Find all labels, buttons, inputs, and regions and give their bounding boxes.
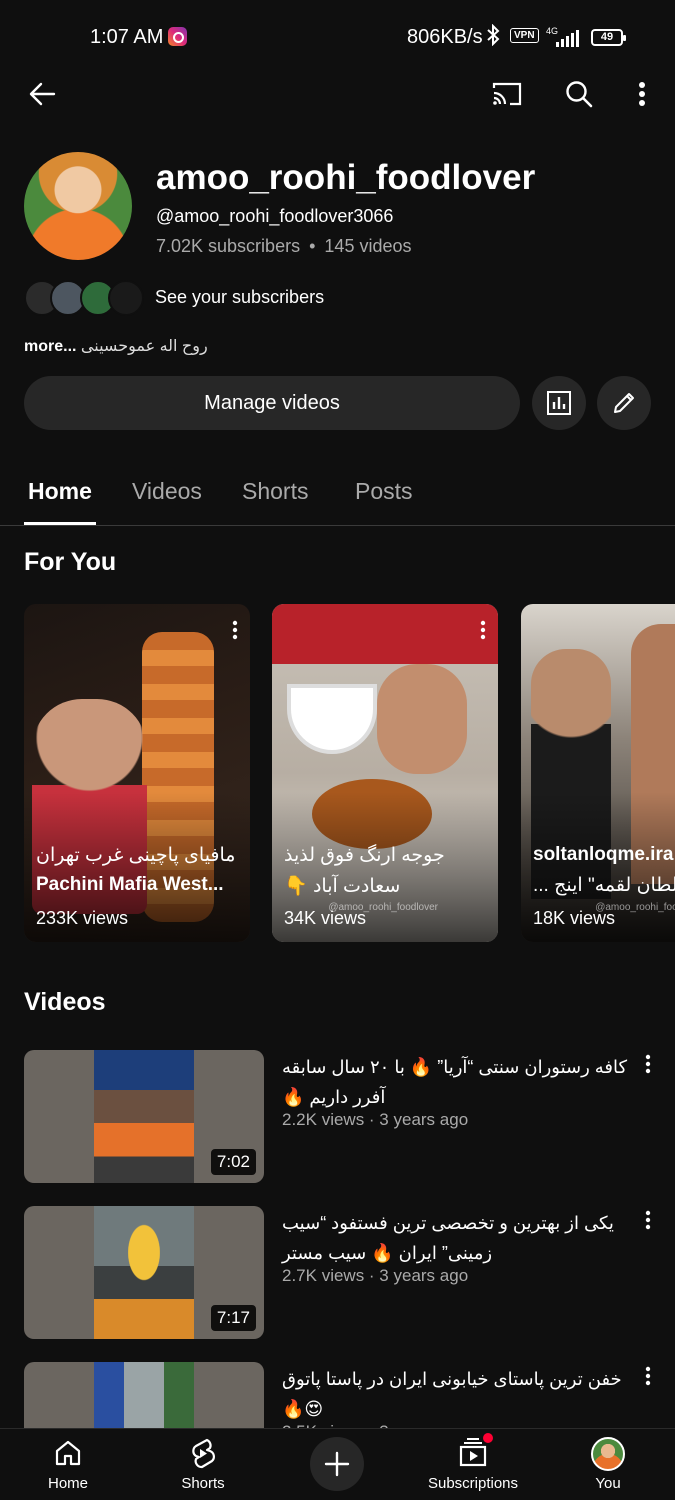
manage-videos-button[interactable]: Manage videos xyxy=(24,376,520,430)
subscriber-avatars[interactable] xyxy=(24,280,144,316)
description-text: روح اله عموحسینی xyxy=(80,338,208,355)
plus-icon xyxy=(324,1451,350,1477)
cast-icon[interactable] xyxy=(487,74,527,114)
videos-heading: Videos xyxy=(24,988,106,1016)
bluetooth-icon xyxy=(486,23,500,52)
video-count: 145 videos xyxy=(324,236,412,256)
nav-subscriptions[interactable]: Subscriptions xyxy=(413,1429,533,1500)
active-tab-indicator xyxy=(24,522,96,525)
more-vert-icon[interactable] xyxy=(645,1366,651,1391)
search-icon[interactable] xyxy=(559,74,599,114)
subscriber-count: 7.02K subscribers xyxy=(156,236,301,256)
short-title-line2: 👇 سعادت آباد xyxy=(284,876,401,897)
battery-icon: 49 xyxy=(591,29,626,46)
short-title-line1: مافیای پاچینی غرب تهران xyxy=(36,845,236,866)
more-vert-icon[interactable] xyxy=(645,1054,651,1079)
short-views: 233K views xyxy=(36,908,129,928)
video-meta: 2.7K views · 3 years ago xyxy=(282,1266,469,1285)
stats-separator: • xyxy=(309,236,316,256)
channel-tabs: Home Videos Shorts Posts xyxy=(0,456,675,526)
video-meta: 2.2K views · 3 years ago xyxy=(282,1110,469,1129)
thumbnail-image xyxy=(94,1050,194,1183)
shorts-icon xyxy=(188,1437,218,1474)
channel-description[interactable]: more... روح اله عموحسینی xyxy=(24,336,208,356)
vpn-badge: VPN xyxy=(510,28,539,43)
short-card[interactable]: مافیای پاچینی غرب تهران Pachini Mafia We… xyxy=(24,604,250,942)
tab-videos[interactable]: Videos xyxy=(132,478,202,505)
channel-handle: @amoo_roohi_foodlover3066 xyxy=(156,206,394,226)
pencil-icon xyxy=(614,393,634,413)
analytics-icon xyxy=(547,391,571,415)
video-row[interactable]: 7:17 یکی از بهترین و تخصصی ترین فستفود “… xyxy=(0,1206,675,1342)
tab-home[interactable]: Home xyxy=(28,478,92,505)
short-card[interactable]: جوجه ارنگ فوق لذیذ 👇 سعادت آباد @amoo_ro… xyxy=(272,604,498,942)
edit-channel-button[interactable] xyxy=(597,376,651,430)
more-vert-icon[interactable] xyxy=(480,620,486,645)
short-title-line1: soltanloqme.ira xyxy=(533,844,674,865)
status-bar: 1:07 AM 806KB/s VPN 4G 49 xyxy=(0,0,675,76)
short-views: 18K views xyxy=(533,908,616,928)
short-thumbnail xyxy=(272,604,498,664)
video-row[interactable]: 7:02 کافه رستوران سنتی “آریا” 🔥 با ۲۰ سا… xyxy=(0,1050,675,1186)
tab-shorts[interactable]: Shorts xyxy=(242,478,308,505)
channel-stats: 7.02K subscribers • 145 videos xyxy=(156,236,412,257)
description-more[interactable]: more... xyxy=(24,338,76,355)
see-subscribers-link[interactable]: See your subscribers xyxy=(155,287,324,308)
nav-shorts-label: Shorts xyxy=(181,1475,225,1492)
video-title: خفن ترین پاستای خیابونی ایران در پاستا پ… xyxy=(282,1369,622,1419)
notification-dot xyxy=(483,1433,493,1443)
nav-shorts[interactable]: Shorts xyxy=(143,1429,263,1500)
nav-you-label: You xyxy=(595,1475,621,1492)
video-duration: 7:17 xyxy=(210,1305,256,1331)
you-avatar-icon xyxy=(591,1437,625,1471)
channel-avatar[interactable] xyxy=(24,152,132,260)
video-title: کافه رستوران سنتی “آریا” 🔥 با ۲۰ سال ساب… xyxy=(282,1057,628,1107)
back-arrow-icon[interactable] xyxy=(22,74,62,114)
top-app-bar xyxy=(0,66,675,122)
video-title: یکی از بهترین و تخصصی ترین فستفود “سیب ز… xyxy=(282,1213,614,1263)
status-time: 1:07 AM xyxy=(90,26,164,48)
nav-subscriptions-label: Subscriptions xyxy=(427,1475,519,1492)
short-thumbnail xyxy=(377,664,467,774)
more-vert-icon[interactable] xyxy=(232,620,238,645)
channel-name: amoo_roohi_foodlover xyxy=(156,158,536,197)
more-vert-icon[interactable] xyxy=(622,74,662,114)
short-title-line1: جوجه ارنگ فوق لذیذ xyxy=(284,845,445,866)
create-button[interactable] xyxy=(310,1437,364,1491)
short-title-line2: ... سلطان لقمه" اینج xyxy=(533,875,675,896)
network-speed: 806KB/s xyxy=(407,26,483,48)
more-vert-icon[interactable] xyxy=(645,1210,651,1235)
nav-you[interactable]: You xyxy=(548,1429,668,1500)
for-you-heading: For You xyxy=(24,548,117,576)
signal-icon xyxy=(556,30,579,47)
nav-home[interactable]: Home xyxy=(8,1429,128,1500)
subscriptions-icon xyxy=(457,1433,493,1469)
short-thumbnail xyxy=(287,684,377,754)
short-card[interactable]: soltanloqme.ira ... سلطان لقمه" اینج @am… xyxy=(521,604,675,942)
video-duration: 7:02 xyxy=(210,1149,256,1175)
short-title-line2: Pachini Mafia West... xyxy=(36,874,224,895)
video-thumbnail[interactable]: 7:02 xyxy=(24,1050,264,1183)
home-icon xyxy=(52,1437,84,1474)
short-views: 34K views xyxy=(284,908,367,928)
video-thumbnail[interactable]: 7:17 xyxy=(24,1206,264,1339)
bottom-navigation: Home Shorts Subscriptions You xyxy=(0,1428,675,1500)
analytics-button[interactable] xyxy=(532,376,586,430)
subscriber-avatar xyxy=(108,280,144,316)
instagram-notification-icon xyxy=(168,27,187,46)
tab-posts[interactable]: Posts xyxy=(355,478,413,505)
nav-home-label: Home xyxy=(47,1475,88,1492)
thumbnail-image xyxy=(94,1206,194,1339)
